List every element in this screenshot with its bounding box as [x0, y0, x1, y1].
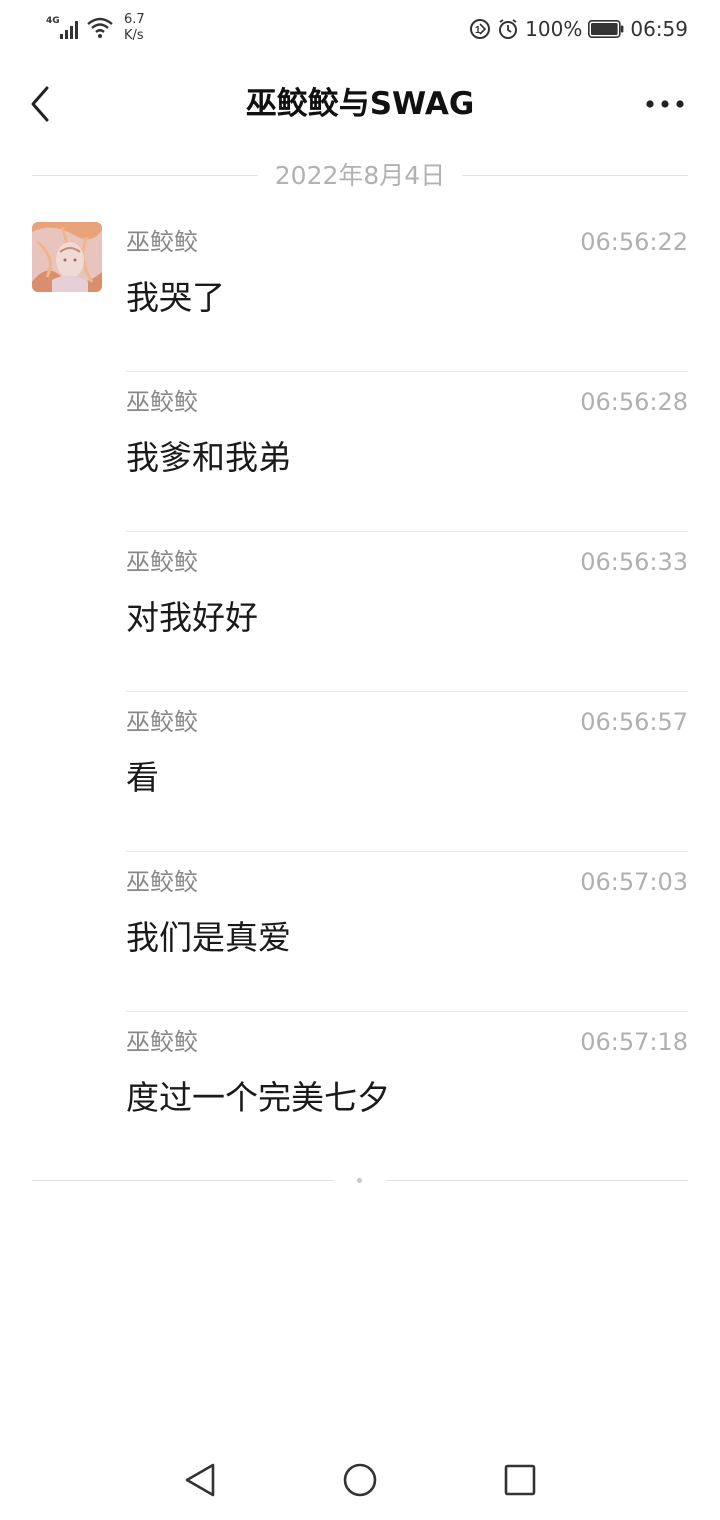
wifi-icon: [87, 17, 113, 38]
message-sender: 巫鲛鲛: [126, 1028, 198, 1056]
date-label: 2022年8月4日: [274, 161, 446, 190]
message-sender: 巫鲛鲛: [126, 708, 198, 736]
end-divider: [32, 1170, 688, 1192]
message-sender: 巫鲛鲛: [126, 868, 198, 896]
nav-back-button[interactable]: [178, 1458, 222, 1502]
message-sender: 巫鲛鲛: [126, 388, 198, 416]
status-right: 1 100% 06:59: [469, 14, 688, 44]
message-item[interactable]: 巫鲛鲛 06:57:18 度过一个完美七夕: [126, 1012, 688, 1172]
chat-header: 巫鲛鲛与SWAG: [0, 58, 720, 150]
message-item[interactable]: 巫鲛鲛 06:56:22 我哭了: [126, 212, 688, 372]
message-time: 06:56:28: [580, 388, 688, 416]
network-speed-value: 6.7: [124, 12, 145, 27]
message-item[interactable]: 巫鲛鲛 06:56:57 看: [126, 692, 688, 852]
nav-home-icon: [343, 1463, 377, 1497]
battery-icon: [588, 20, 624, 38]
network-type-label: 4G: [46, 16, 60, 26]
battery-percent: 100%: [525, 17, 583, 41]
message-time: 06:56:22: [580, 228, 688, 256]
more-dots-icon: [646, 100, 684, 108]
message-time: 06:57:03: [580, 868, 688, 896]
message-text: 度过一个完美七夕: [126, 1078, 390, 1117]
system-nav-bar: [0, 1440, 720, 1520]
message-item[interactable]: 巫鲛鲛 06:56:33 对我好好: [126, 532, 688, 692]
divider-line: [32, 1180, 334, 1181]
network-speed: 6.7 K/s: [124, 12, 145, 44]
status-time: 06:59: [630, 17, 688, 41]
divider-line: [462, 175, 688, 176]
status-bar: 4G 6.7 K/s 1 100% 06:59: [0, 0, 720, 58]
message-item[interactable]: 巫鲛鲛 06:56:28 我爹和我弟: [126, 372, 688, 532]
end-dot: [357, 1178, 362, 1183]
message-sender: 巫鲛鲛: [126, 548, 198, 576]
data-saver-icon: 1: [470, 19, 491, 39]
network-speed-unit: K/s: [124, 28, 144, 43]
message-text: 我哭了: [126, 278, 225, 317]
message-time: 06:57:18: [580, 1028, 688, 1056]
message-item[interactable]: 巫鲛鲛 06:57:03 我们是真爱: [126, 852, 688, 1012]
page-title: 巫鲛鲛与SWAG: [245, 86, 475, 122]
date-divider: 2022年8月4日: [32, 158, 688, 194]
message-text: 我爹和我弟: [126, 438, 291, 477]
avatar[interactable]: [32, 222, 102, 292]
message-text: 对我好好: [126, 598, 258, 637]
message-text: 看: [126, 758, 159, 797]
nav-back-icon: [185, 1463, 215, 1497]
svg-text:1: 1: [475, 25, 481, 36]
avatar-image: [32, 222, 102, 292]
message-sender: 巫鲛鲛: [126, 228, 198, 256]
message-time: 06:56:57: [580, 708, 688, 736]
nav-recent-button[interactable]: [498, 1458, 542, 1502]
signal-icon: [60, 21, 78, 39]
more-button[interactable]: [640, 84, 690, 124]
nav-recent-icon: [504, 1464, 536, 1496]
nav-home-button[interactable]: [338, 1458, 382, 1502]
message-time: 06:56:33: [580, 548, 688, 576]
alarm-icon: [499, 19, 518, 39]
divider-line: [386, 1180, 688, 1181]
message-text: 我们是真爱: [126, 918, 291, 957]
message-list: 巫鲛鲛 06:56:22 我哭了 巫鲛鲛 06:56:28 我爹和我弟 巫鲛鲛 …: [126, 212, 688, 1172]
